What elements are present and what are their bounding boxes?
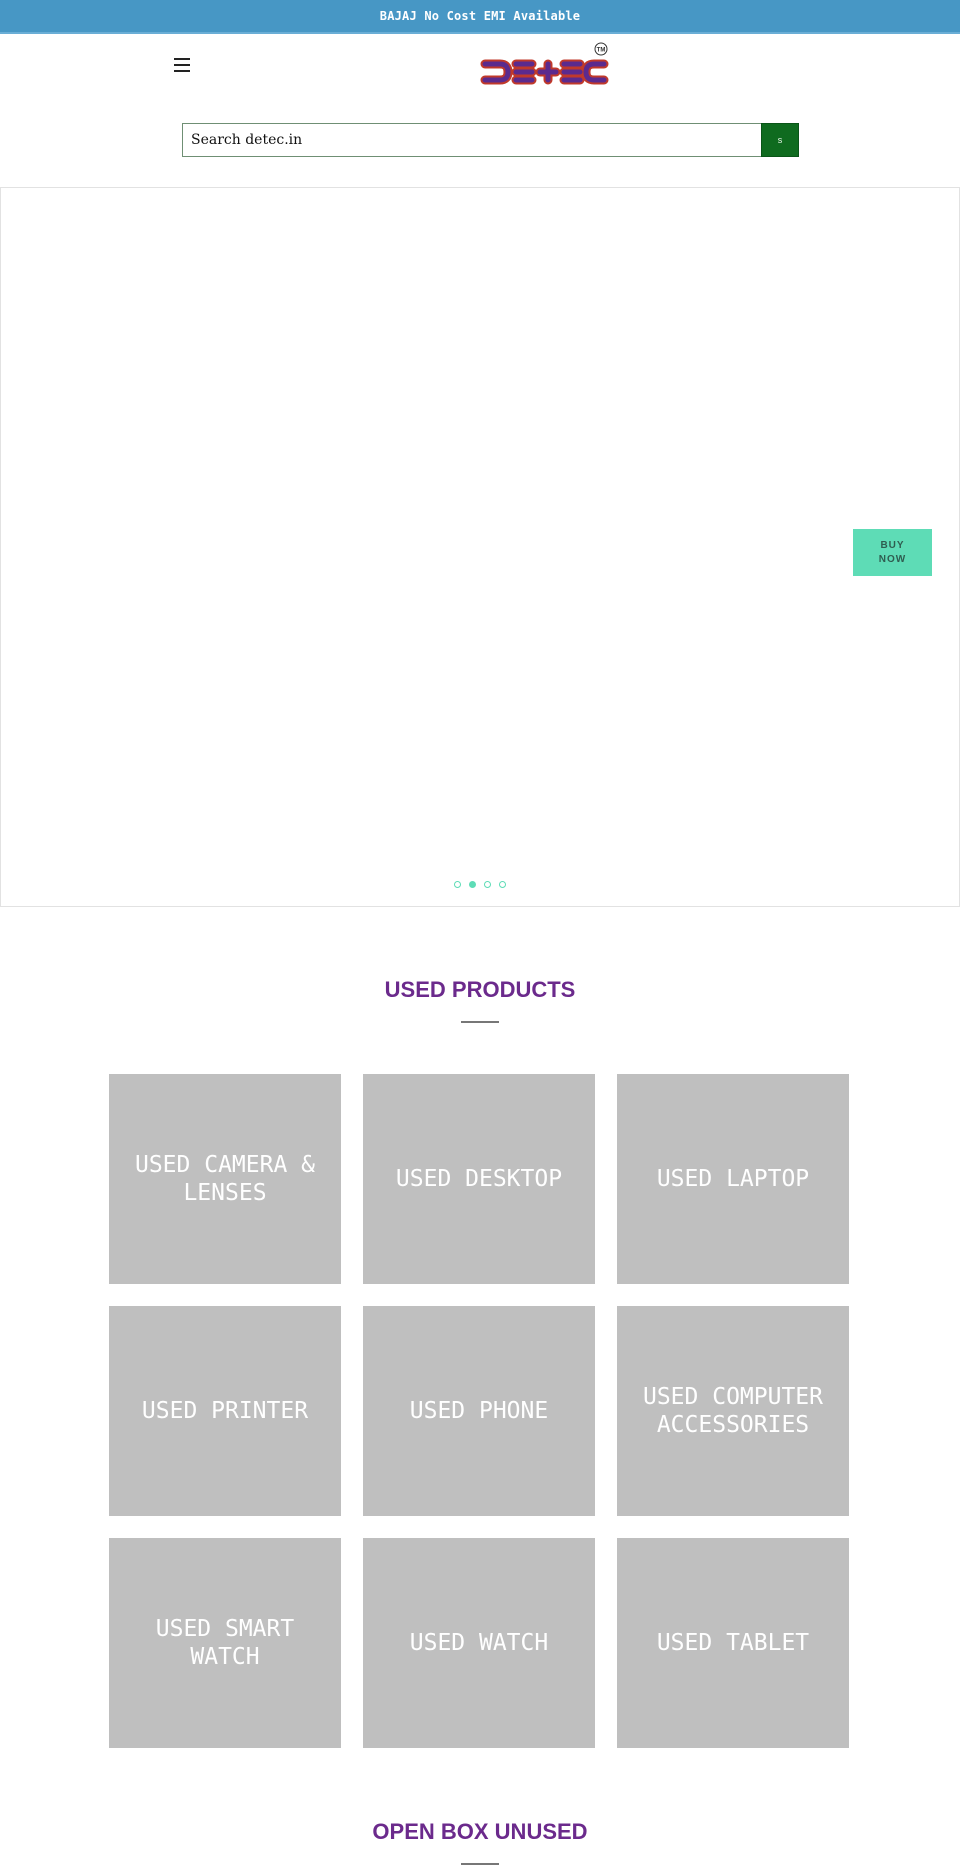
category-tile[interactable]: USED SMART WATCH <box>109 1538 341 1748</box>
category-tile[interactable]: USED PRINTER <box>109 1306 341 1516</box>
section-divider <box>461 1021 499 1023</box>
site-header: TM <box>0 34 960 114</box>
slider-dot[interactable] <box>484 881 491 888</box>
category-tile[interactable]: USED DESKTOP <box>363 1074 595 1284</box>
hamburger-menu-icon[interactable] <box>174 58 190 72</box>
slider-dot[interactable] <box>499 881 506 888</box>
category-tile[interactable]: USED WATCH <box>363 1538 595 1748</box>
category-tile[interactable]: USED CAMERA & LENSES <box>109 1074 341 1284</box>
search-bar: s <box>182 123 799 157</box>
category-tile[interactable]: USED COMPUTER ACCESSORIES <box>617 1306 849 1516</box>
section-title-used-products: USED PRODUCTS <box>384 977 576 1002</box>
category-grid: USED CAMERA & LENSES USED DESKTOP USED L… <box>109 1074 849 1748</box>
buy-now-label-line1: BUY <box>880 539 905 551</box>
category-tile[interactable]: USED PHONE <box>363 1306 595 1516</box>
search-button[interactable]: s <box>761 123 799 157</box>
slider-pagination <box>1 881 959 888</box>
site-logo[interactable]: TM <box>480 42 610 92</box>
category-tile[interactable]: USED LAPTOP <box>617 1074 849 1284</box>
trademark-mark: TM <box>597 48 606 54</box>
category-tile[interactable]: USED TABLET <box>617 1538 849 1748</box>
slider-dot[interactable] <box>454 881 461 888</box>
search-input[interactable] <box>182 123 761 157</box>
hero-slider: BUY NOW <box>0 187 960 907</box>
announcement-text: BAJAJ No Cost EMI Available <box>379 9 581 23</box>
buy-now-button[interactable]: BUY NOW <box>853 529 932 576</box>
slider-dot[interactable] <box>469 881 476 888</box>
announcement-bar: BAJAJ No Cost EMI Available <box>0 0 960 34</box>
buy-now-label-line2: NOW <box>878 553 907 565</box>
section-title-open-box: OPEN BOX UNUSED <box>372 1819 588 1844</box>
section-divider <box>461 1863 499 1865</box>
